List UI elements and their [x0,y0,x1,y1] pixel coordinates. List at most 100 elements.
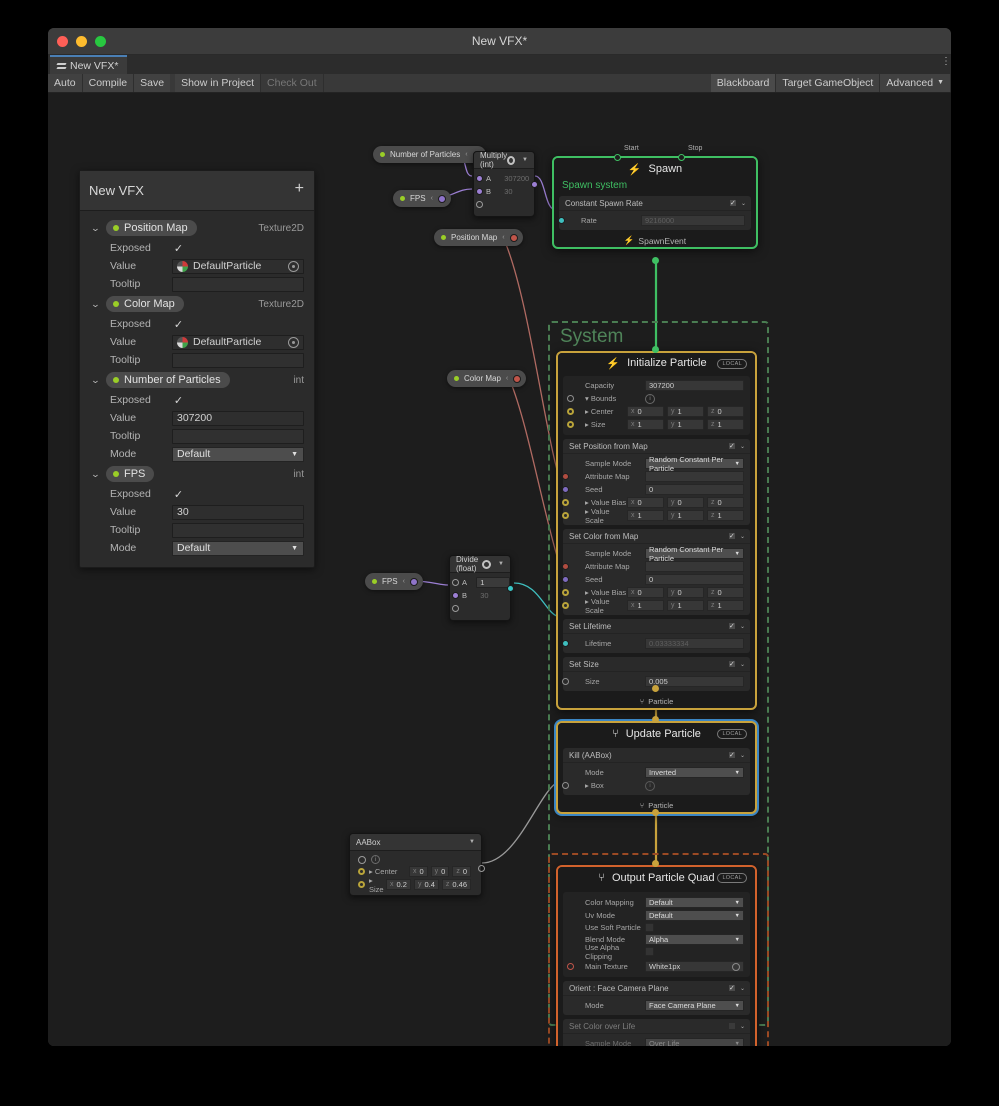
port-row-b[interactable]: B 30 [450,589,510,602]
chevron-down-icon[interactable]: ⌄ [740,533,745,540]
set-color-over-life-block[interactable]: Set Color over Life ✓ ⌄ Sample Mode Over… [563,1019,750,1046]
collapse-chevron-icon[interactable]: ‹ [431,195,433,202]
tooltip-input[interactable] [172,276,304,292]
port-value[interactable]: 30 [476,590,510,601]
block-header-controls[interactable]: ✓ ⌄ [727,660,745,668]
bounds-row[interactable]: ▾ Bounds i [563,392,750,405]
block-header-controls[interactable]: ✓ ⌄ [727,532,745,540]
vector-z[interactable]: z1 [707,419,744,430]
spawn-output-flow-port[interactable] [652,257,659,264]
output-port-icon[interactable] [358,855,366,864]
add-input-port-icon[interactable] [476,201,483,208]
output-port[interactable] [437,194,446,203]
collapse-chevron-icon[interactable]: ‹ [403,578,405,585]
port-row-a[interactable]: A 307200 [474,172,534,185]
block-enabled-checkbox[interactable]: ✓ [727,984,736,992]
seed-row[interactable]: Seed 0 [562,573,750,586]
color-mapping-row[interactable]: Color Mapping Default ▼ [563,896,750,909]
attribute-map-row[interactable]: Attribute Map [562,560,750,573]
rate-row[interactable]: Rate 9216000 [558,214,751,227]
field-tooltip[interactable]: Tooltip [80,521,314,539]
vector-z[interactable]: z1 [707,510,744,521]
size-vector3[interactable]: x1 y1 z1 [627,419,744,430]
blackboard-property-color-map[interactable]: ⌄ Color Map Texture2D [80,293,314,315]
divide-node[interactable]: Divide (float) ▼ A 1 B 30 [449,555,514,621]
center-vector3[interactable]: x0 y1 z0 [627,406,744,417]
sample-mode-row[interactable]: Sample Mode Over Life ▼ [563,1037,750,1046]
field-mode[interactable]: Mode Default ▼ [80,445,314,463]
local-space-badge[interactable]: LOCAL [717,729,747,739]
input-port[interactable] [358,881,365,888]
box-port[interactable] [562,782,569,789]
value-scale-port[interactable] [562,602,569,609]
center-port[interactable] [567,408,574,415]
attribute-map-field[interactable] [645,471,744,482]
block-enabled-checkbox[interactable]: ✓ [727,1022,736,1030]
block-header-controls[interactable]: ✓ ⌄ [727,442,745,450]
chevron-down-icon[interactable]: ⌄ [740,752,745,759]
gear-icon[interactable] [482,559,492,569]
value-bias-vector3[interactable]: x0 y0 z0 [627,587,744,598]
compile-button[interactable]: Compile [82,74,135,92]
vector3-field[interactable]: x0 y0 z0 [408,866,471,877]
field-exposed[interactable]: Exposed ✓ [80,485,314,503]
value-object-field[interactable]: DefaultParticle [172,334,304,350]
chevron-down-icon[interactable]: ⌄ [740,985,745,992]
vector-y[interactable]: y0 [667,497,704,508]
property-node-position-map[interactable]: Position Map ‹ [434,229,523,246]
sample-mode-dropdown[interactable]: Random Constant Per Particle ▼ [645,545,744,563]
update-particle-context[interactable]: ⑂ Update Particle LOCAL Kill (AABox) ✓ ⌄… [556,721,757,814]
aabox-size-row[interactable]: ▸ Size x 0.2 y 0.4 z 0.46 [354,876,477,894]
property-pill[interactable]: Position Map [106,220,197,236]
value-scale-row[interactable]: ▸ Value Scale x1 y1 z1 [562,597,750,615]
gear-icon[interactable] [507,155,516,165]
field-tooltip[interactable]: Tooltip [80,427,314,445]
capacity-row[interactable]: Capacity 307200 [563,379,750,392]
vector-x[interactable]: x 0.2 [386,879,411,890]
input-port[interactable] [452,592,459,599]
collapse-chevron-icon[interactable]: ‹ [502,234,504,241]
collapse-chevron-icon[interactable]: ‹ [465,151,467,158]
attribute-map-row[interactable]: Attribute Map [562,470,750,483]
field-value[interactable]: Value DefaultParticle [80,257,314,275]
property-node-color-map[interactable]: Color Map ‹ [447,370,527,387]
field-tooltip[interactable]: Tooltip [80,275,314,293]
output-port[interactable] [478,865,485,872]
graph-canvas[interactable]: New VFX + ⌄ Position Map Texture2D Expos… [48,93,951,1046]
main-texture-row[interactable]: Main Texture White1px [563,960,750,973]
property-node-fps-bottom[interactable]: FPS ‹ [365,573,423,590]
attribute-map-port[interactable] [562,563,569,570]
rate-value-field[interactable]: 9216000 [641,215,745,226]
use-alpha-clipping-row[interactable]: Use Alpha Clipping [563,943,750,961]
initialize-particle-context[interactable]: ⚡ Initialize Particle LOCAL Capacity 307… [556,351,757,710]
value-bias-vector3[interactable]: x0 y0 z0 [627,497,744,508]
rate-input-port[interactable] [558,217,565,224]
port-row-add[interactable] [474,198,534,211]
tooltip-input[interactable] [172,428,304,444]
output-port[interactable] [531,181,538,188]
vector-z[interactable]: z 0.46 [441,879,471,890]
exposed-checkbox[interactable]: ✓ [172,488,185,501]
vector-y[interactable]: y 0.4 [413,879,439,890]
field-exposed[interactable]: Exposed ✓ [80,239,314,257]
blackboard-panel[interactable]: New VFX + ⌄ Position Map Texture2D Expos… [79,170,315,568]
blend-mode-dropdown[interactable]: Alpha ▼ [645,934,744,945]
block-header-controls[interactable]: ✓ ⌄ [727,751,745,759]
blackboard-property-number-of-particles[interactable]: ⌄ Number of Particles int [80,369,314,391]
block-enabled-checkbox[interactable]: ✓ [728,199,737,207]
vector-x[interactable]: x0 [627,497,664,508]
tooltip-input[interactable] [172,522,304,538]
seed-row[interactable]: Seed 0 [562,483,750,496]
object-picker-icon[interactable] [288,336,299,348]
vector-x[interactable]: x1 [627,419,664,430]
value-scale-vector3[interactable]: x1 y1 z1 [627,510,744,521]
chevron-down-icon[interactable]: ▼ [469,839,475,845]
object-picker-icon[interactable] [732,962,740,971]
orient-mode-dropdown[interactable]: Face Camera Plane ▼ [645,1000,744,1011]
blackboard-property-fps[interactable]: ⌄ FPS int [80,463,314,485]
size-field[interactable]: 0.005 [645,676,744,687]
size-port[interactable] [567,421,574,428]
chevron-down-icon[interactable]: ⌄ [741,200,746,207]
block-enabled-checkbox[interactable]: ✓ [727,532,736,540]
value-scale-port[interactable] [562,512,569,519]
